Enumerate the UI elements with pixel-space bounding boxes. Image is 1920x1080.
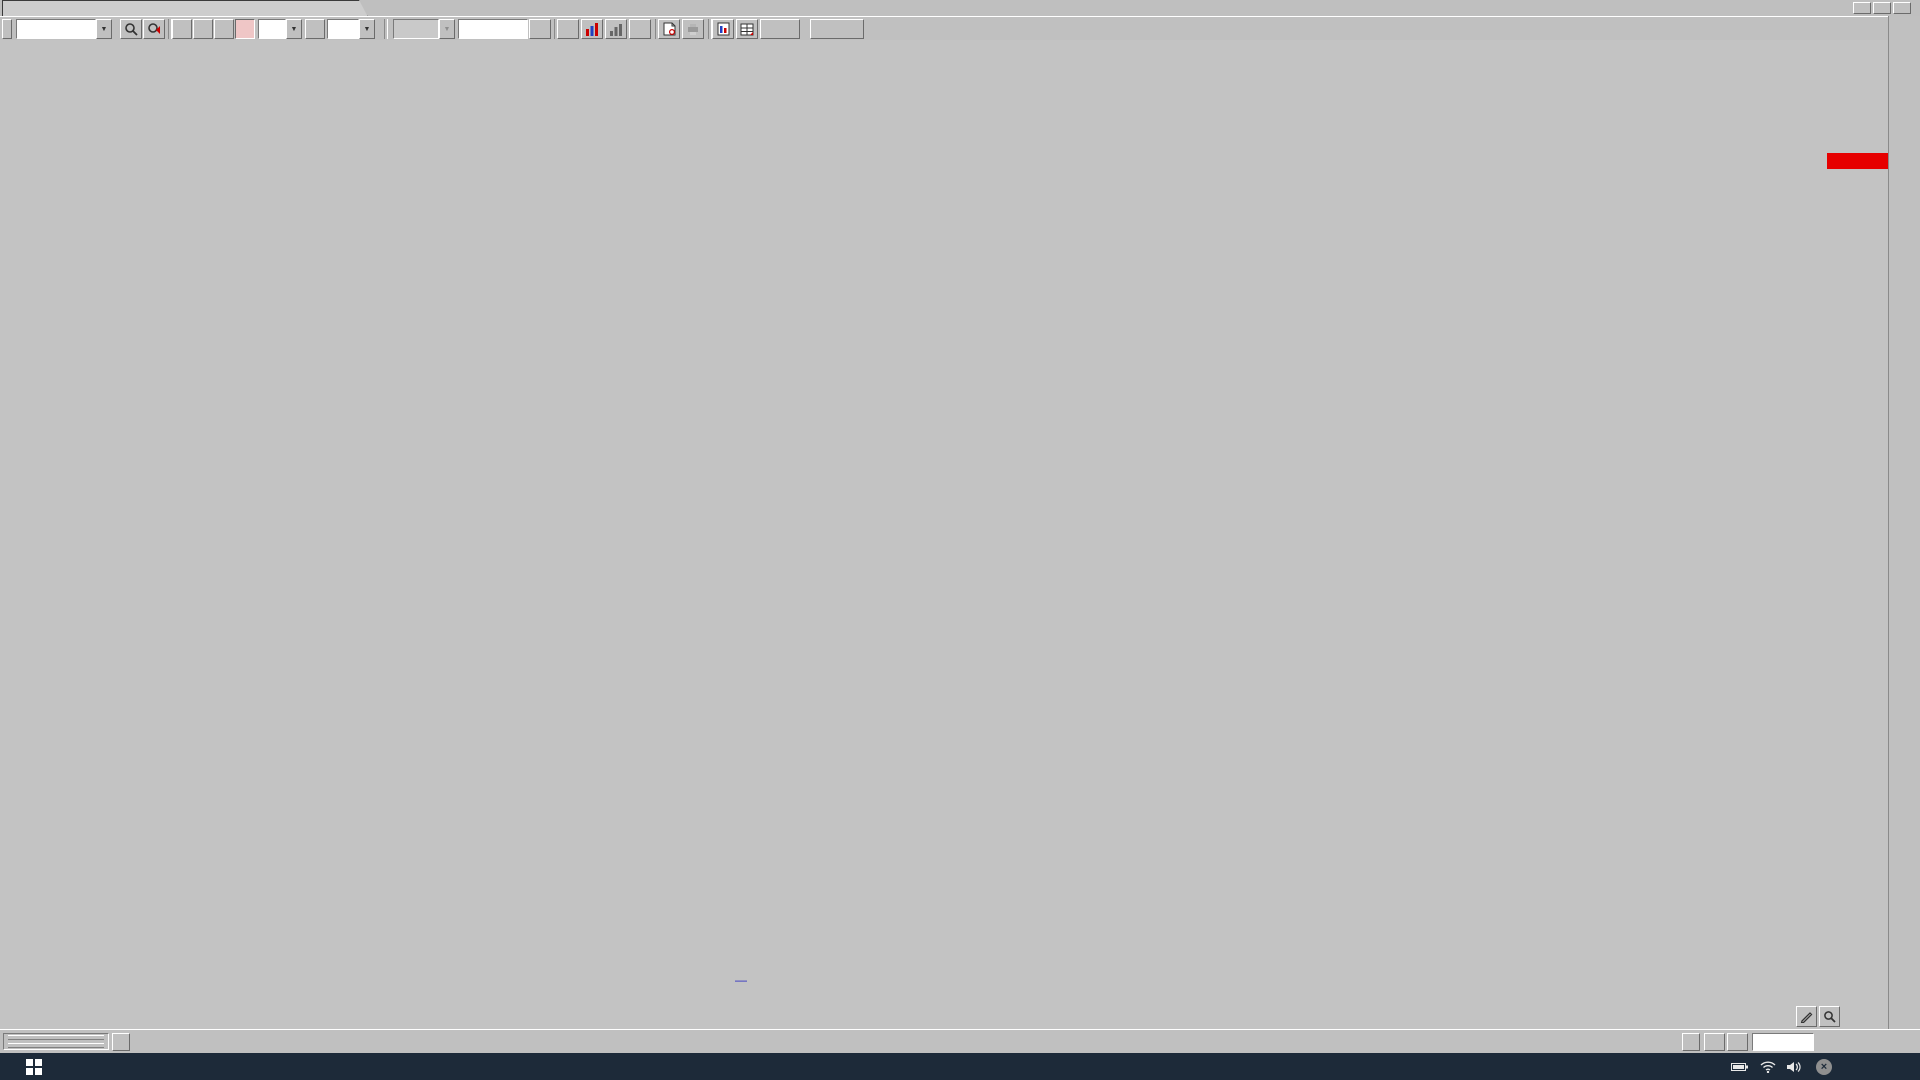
individual-button [760,19,800,39]
history-navigator[interactable] [132,1033,1680,1051]
resize-grip[interactable] [3,1033,109,1050]
indicator-check-button[interactable] [557,19,579,39]
count-combo: ▼ [393,19,455,39]
shrink-bars-button[interactable] [1838,1033,1856,1051]
bar-type-button[interactable] [529,19,551,39]
price-plot[interactable] [0,40,1888,1045]
chevron-down-icon[interactable]: ▼ [359,19,375,39]
pencil-icon [1800,1010,1813,1023]
window-titlebar [0,0,1920,17]
period-day-button[interactable] [172,19,192,39]
volume-gray-button[interactable] [605,19,627,39]
chart-window-tab[interactable] [2,0,368,17]
tick-value [327,19,359,39]
windows-taskbar: × [0,1053,1920,1080]
upload-button[interactable] [810,19,864,39]
close-button[interactable] [1893,2,1911,14]
draw-mode-button[interactable] [1796,1006,1817,1027]
wifi-icon[interactable] [1756,1053,1780,1080]
page-back-button[interactable] [1704,1033,1725,1051]
chart-toolbar: ▼ ▼ ▼ ▼ [0,16,1920,42]
volume-gray-icon [609,23,623,36]
symbol-value [16,19,96,39]
expand-bars-button[interactable] [1818,1033,1836,1051]
zoom-mode-button[interactable] [1819,1006,1840,1027]
printer-icon [686,23,700,36]
battery-icon[interactable] [1728,1053,1752,1080]
start-button[interactable] [12,1053,56,1080]
period-month-button[interactable] [214,19,234,39]
search-recent-icon [147,22,162,36]
zoom-out-button [1876,1033,1893,1051]
period-week-button[interactable] [193,19,213,39]
symbol-combo[interactable]: ▼ [16,19,112,39]
scroll-left-button[interactable] [112,1033,130,1051]
tick-value-combo[interactable]: ▼ [327,19,375,39]
low-annotation: — [735,973,747,987]
speaker-icon[interactable] [1782,1053,1806,1080]
sort-button[interactable] [629,19,651,39]
chevron-down-icon: ▼ [439,19,455,39]
y-axis-labels [1825,40,1888,1045]
status-mute-icon[interactable]: × [1812,1053,1836,1080]
count-label [393,19,439,39]
volume-red-icon [585,23,599,36]
visible-bars-input[interactable] [1752,1033,1814,1051]
collapse-toolbar-button[interactable] [2,19,12,39]
bar-count-input[interactable] [458,19,528,39]
chart-panel[interactable]: — [0,40,1888,1030]
symbol-search-button[interactable] [143,19,165,39]
magnifier-icon [1823,1010,1836,1023]
document-icon [663,22,676,36]
desktop: ▼ ▼ ▼ ▼ [0,0,1920,1080]
period-minute-button[interactable] [235,19,255,39]
grid-view-button[interactable] [736,19,758,39]
close-navigator-button[interactable] [1903,1033,1919,1051]
new-chart-button[interactable] [658,19,680,39]
minimize-button[interactable] [1853,2,1871,14]
zoom-in-button[interactable] [1858,1033,1875,1051]
search-icon [124,22,138,36]
current-price-badge [1827,153,1891,169]
minute-value-combo[interactable]: ▼ [258,19,302,39]
restore-button[interactable] [1873,2,1891,14]
table-grid-icon [740,23,754,36]
chart-bottom-bar [0,1029,1920,1054]
tick-button[interactable] [305,19,325,39]
chevron-down-icon[interactable]: ▼ [286,19,302,39]
page-forward-button[interactable] [1727,1033,1748,1051]
chevron-down-icon[interactable]: ▼ [96,19,112,39]
volume-red-button[interactable] [581,19,603,39]
tray-chevron-icon[interactable] [1704,1053,1724,1080]
drawing-tool-sidebar [1888,16,1920,1030]
minute-value [258,19,286,39]
windows-logo-icon [26,1059,42,1075]
chart-report-button[interactable] [712,19,734,39]
print-button [682,19,704,39]
chart-report-icon [717,22,730,36]
search-button[interactable] [120,19,142,39]
scroll-right-button[interactable] [1682,1033,1700,1051]
